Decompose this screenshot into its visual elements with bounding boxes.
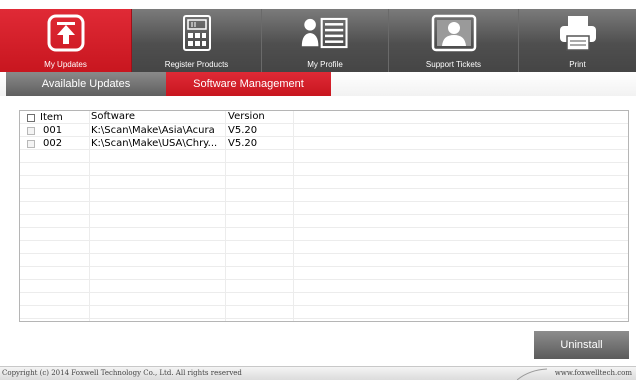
copyright-text: Copyright (c) 2014 Foxwell Technology Co… xyxy=(2,369,242,377)
footer-bar: Copyright (c) 2014 Foxwell Technology Co… xyxy=(0,366,636,380)
toolbar-label: Support Tickets xyxy=(425,60,482,69)
uninstall-button[interactable]: Uninstall xyxy=(534,331,629,359)
main-content: Item Software Version 001 K:\Scan\Make\A… xyxy=(0,96,636,366)
toolbar-my-profile[interactable]: My Profile xyxy=(262,9,389,72)
header-version: Version xyxy=(228,111,265,122)
row-item: 002 xyxy=(43,138,63,149)
row-version: V5.20 xyxy=(228,138,258,149)
toolbar-my-updates[interactable]: My Updates xyxy=(0,9,132,72)
toolbar-label: Register Products xyxy=(164,60,229,69)
header-item-cell: Item xyxy=(20,111,89,124)
printer-icon xyxy=(554,13,602,53)
website-link[interactable]: www.foxwelltech.com xyxy=(525,367,636,380)
main-toolbar: My Updates Register Products My Profile … xyxy=(0,9,636,72)
row-item-cell: 002 xyxy=(20,138,89,149)
row-checkbox[interactable] xyxy=(27,139,35,148)
select-all-checkbox[interactable] xyxy=(27,113,35,122)
row-item-cell: 001 xyxy=(20,125,89,136)
row-software: K:\Scan\Make\USA\Chry... xyxy=(91,138,218,149)
row-checkbox[interactable] xyxy=(27,126,35,135)
toolbar-register-products[interactable]: Register Products xyxy=(132,9,262,72)
toolbar-label: My Profile xyxy=(307,60,343,69)
upload-icon xyxy=(42,13,90,53)
calculator-icon xyxy=(173,13,221,53)
toolbar-label: Print xyxy=(569,60,586,69)
header-software: Software xyxy=(91,111,136,122)
software-table: Item Software Version 001 K:\Scan\Make\A… xyxy=(19,110,629,322)
toolbar-label: My Updates xyxy=(44,60,87,69)
toolbar-print[interactable]: Print xyxy=(519,9,636,72)
toolbar-support-tickets[interactable]: Support Tickets xyxy=(389,9,519,72)
row-item: 001 xyxy=(43,125,63,136)
row-software: K:\Scan\Make\Asia\Acura xyxy=(91,125,215,136)
profile-icon xyxy=(301,13,349,53)
table-header: Item Software Version xyxy=(20,111,628,124)
tab-available-updates[interactable]: Available Updates xyxy=(6,72,166,96)
table-row[interactable]: 001 K:\Scan\Make\Asia\Acura V5.20 xyxy=(20,124,628,137)
row-version: V5.20 xyxy=(228,125,258,136)
tab-software-management[interactable]: Software Management xyxy=(166,72,331,96)
header-item: Item xyxy=(40,112,63,123)
table-row[interactable]: 002 K:\Scan\Make\USA\Chry... V5.20 xyxy=(20,137,628,150)
window-top-strip xyxy=(0,0,636,9)
support-ticket-icon xyxy=(430,13,478,53)
tab-bar: Available Updates Software Management xyxy=(0,72,636,96)
